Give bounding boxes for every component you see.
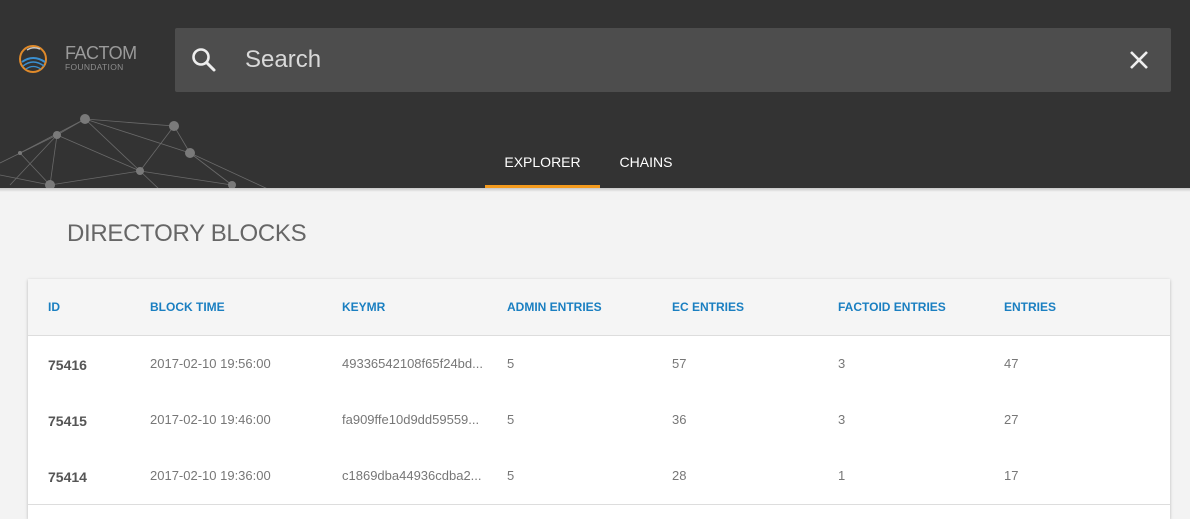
- column-header-ec-entries[interactable]: EC ENTRIES: [672, 300, 744, 314]
- column-header-id[interactable]: ID: [48, 300, 60, 314]
- block-time: 2017-02-10 19:36:00: [150, 468, 271, 483]
- table-row[interactable]: 75416 2017-02-10 19:56:00 49336542108f65…: [28, 336, 1170, 393]
- app-header: FACTOM FOUNDATION EXPLORER CHAINS: [0, 0, 1190, 188]
- search-bar: [175, 28, 1171, 92]
- factoid-entries-count: 3: [838, 356, 846, 371]
- search-input[interactable]: [245, 42, 1095, 78]
- admin-entries-count: 5: [507, 468, 515, 483]
- brand-logo[interactable]: FACTOM FOUNDATION: [17, 42, 147, 76]
- block-keymr-link[interactable]: c1869dba44936cdba2...: [342, 468, 488, 483]
- block-time: 2017-02-10 19:46:00: [150, 412, 271, 427]
- factoid-entries-count: 3: [838, 412, 846, 427]
- block-keymr-link[interactable]: 49336542108f65f24bd...: [342, 356, 488, 371]
- entries-count: 17: [1004, 468, 1019, 483]
- tab-explorer[interactable]: EXPLORER: [485, 140, 600, 188]
- admin-entries-count: 5: [507, 356, 515, 371]
- brand-name: FACTOM: [65, 43, 137, 63]
- header-shadow: [0, 188, 1190, 192]
- factoid-entries-count: 1: [838, 468, 846, 483]
- ec-entries-count: 57: [672, 356, 687, 371]
- tab-chains[interactable]: CHAINS: [608, 140, 684, 188]
- directory-blocks-table: ID BLOCK TIME KEYMR ADMIN ENTRIES EC ENT…: [28, 279, 1170, 519]
- block-id-link[interactable]: 75414: [48, 469, 87, 485]
- block-id-link[interactable]: 75416: [48, 357, 87, 373]
- column-header-block-time[interactable]: BLOCK TIME: [150, 300, 225, 314]
- ec-entries-count: 28: [672, 468, 687, 483]
- table-row[interactable]: 75415 2017-02-10 19:46:00 fa909ffe10d9dd…: [28, 392, 1170, 449]
- block-keymr-link[interactable]: fa909ffe10d9dd59559...: [342, 412, 488, 427]
- column-header-admin-entries[interactable]: ADMIN ENTRIES: [507, 300, 602, 314]
- admin-entries-count: 5: [507, 412, 515, 427]
- ec-entries-count: 36: [672, 412, 687, 427]
- table-header: ID BLOCK TIME KEYMR ADMIN ENTRIES EC ENT…: [28, 279, 1170, 336]
- block-time: 2017-02-10 19:56:00: [150, 356, 271, 371]
- block-id-link[interactable]: 75415: [48, 413, 87, 429]
- search-icon[interactable]: [190, 46, 218, 74]
- column-header-entries[interactable]: ENTRIES: [1004, 300, 1056, 314]
- column-header-keymr[interactable]: KEYMR: [342, 300, 385, 314]
- table-row[interactable]: 75414 2017-02-10 19:36:00 c1869dba44936c…: [28, 448, 1170, 505]
- column-header-factoid-entries[interactable]: FACTOID ENTRIES: [838, 300, 946, 314]
- entries-count: 27: [1004, 412, 1019, 427]
- brand-subtitle: FOUNDATION: [65, 62, 124, 72]
- page-title: DIRECTORY BLOCKS: [67, 220, 307, 247]
- close-icon[interactable]: [1128, 49, 1150, 71]
- entries-count: 47: [1004, 356, 1019, 371]
- factom-logo-icon: [19, 45, 47, 73]
- network-decoration: [0, 114, 267, 188]
